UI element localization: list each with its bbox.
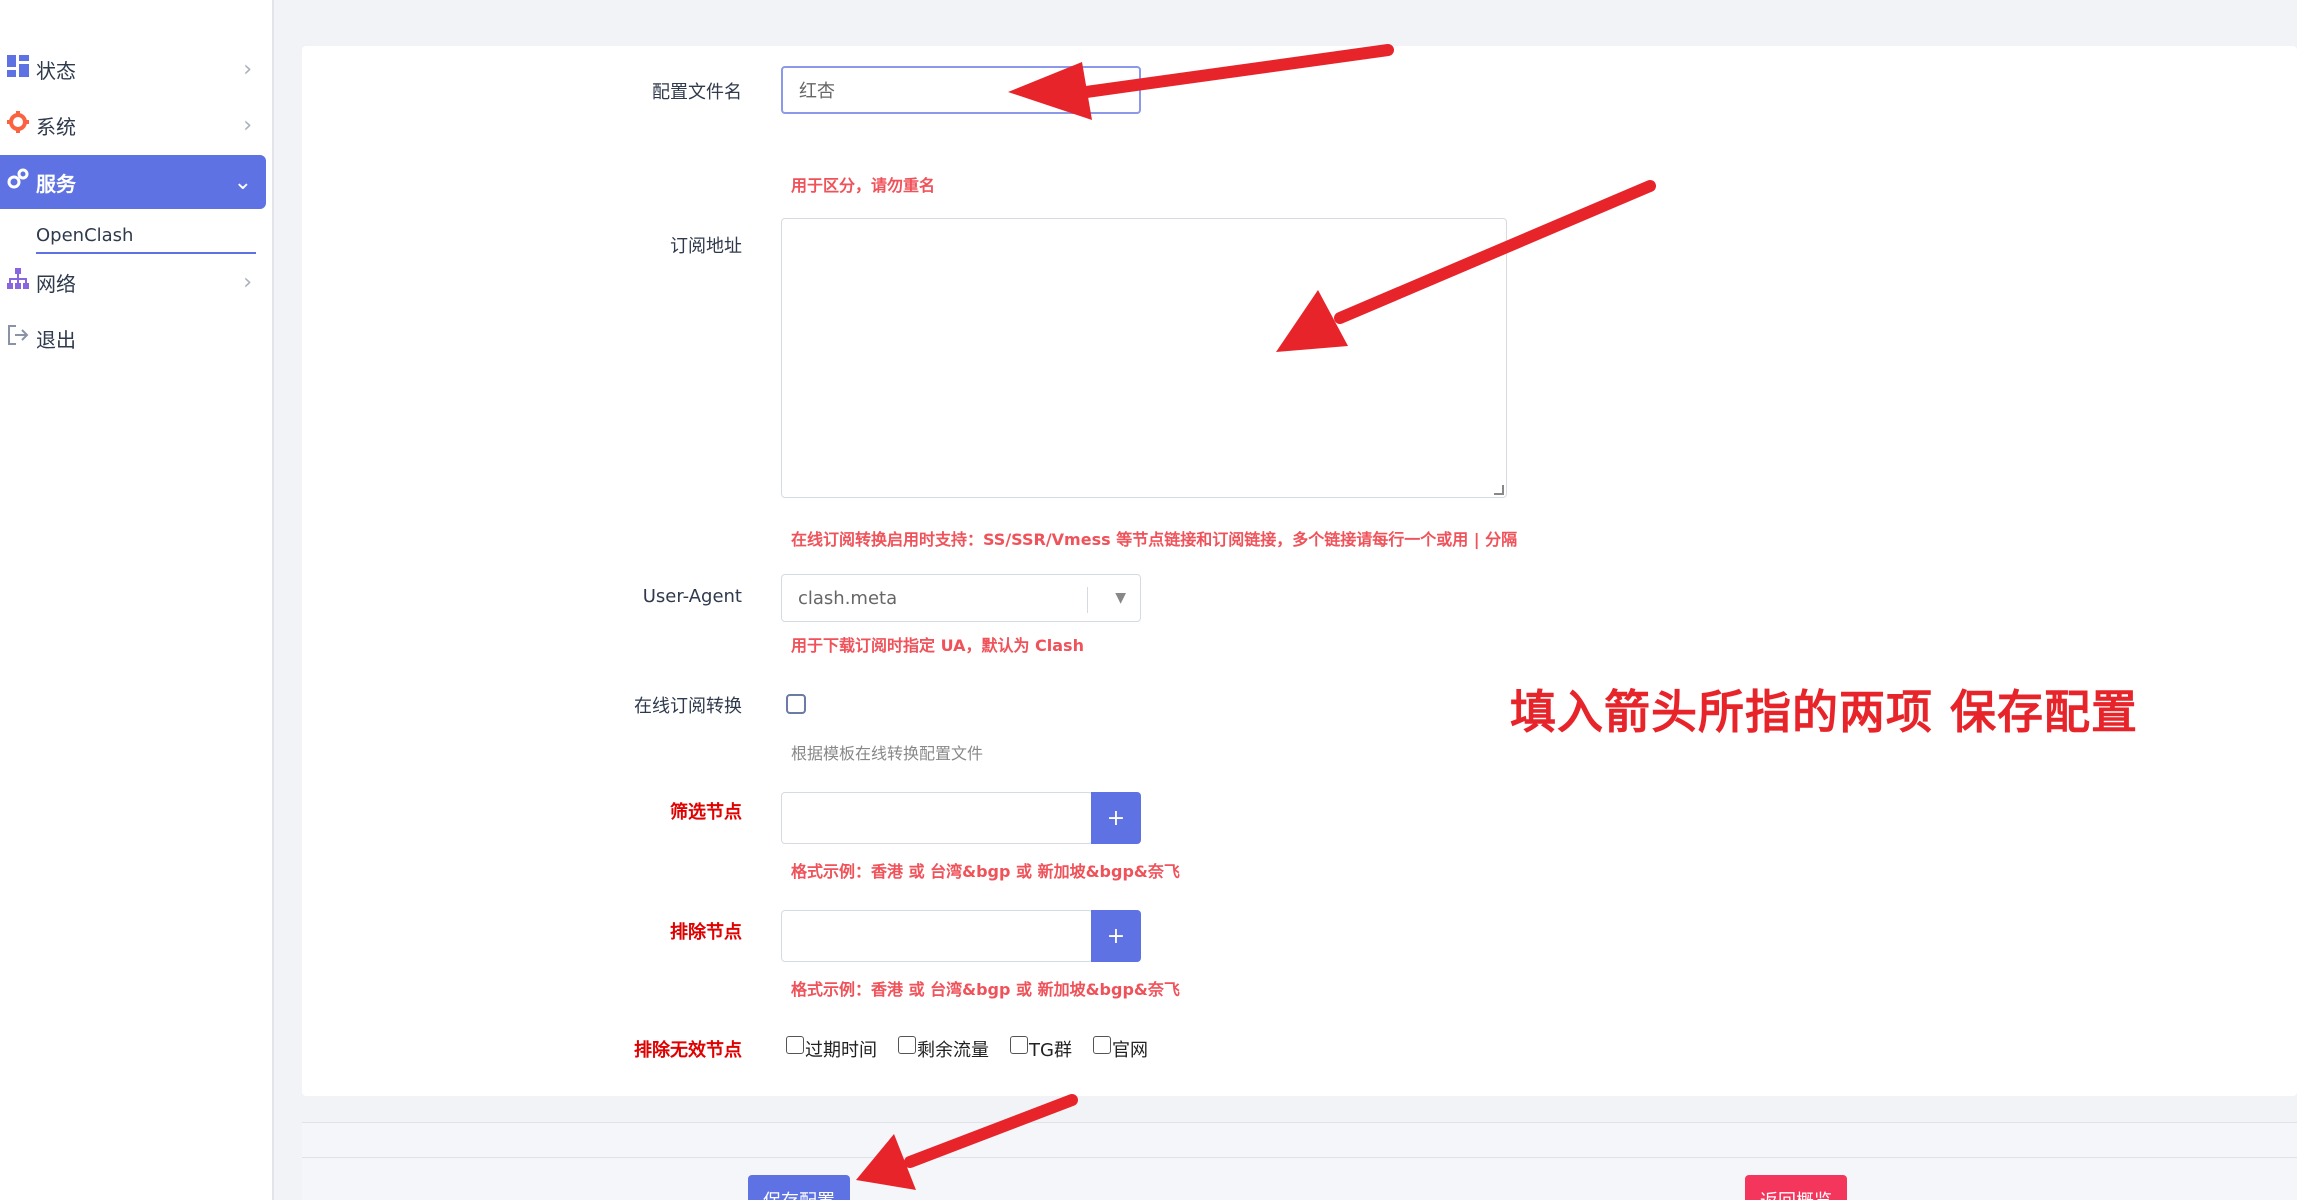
- config-name-label: 配置文件名: [652, 82, 742, 103]
- sitemap-icon: [0, 268, 36, 296]
- sidebar-item-network[interactable]: 网络 ›: [0, 255, 266, 309]
- logout-icon: [0, 324, 36, 352]
- chevron-right-icon: ›: [243, 56, 252, 82]
- caret-down-icon: ▼: [1115, 590, 1126, 606]
- sidebar-item-services[interactable]: 服务 ⌄: [0, 155, 266, 209]
- exclude-website-label: 官网: [1112, 1040, 1148, 1061]
- filter-nodes-hint: 格式示例：香港 或 台湾&bgp 或 新加坡&bgp&奈飞: [791, 862, 1180, 881]
- exclude-nodes-add-button[interactable]: +: [1091, 910, 1141, 962]
- dashboard-icon: [0, 55, 36, 83]
- filter-nodes-label: 筛选节点: [670, 802, 742, 823]
- online-convert-checkbox[interactable]: [786, 694, 806, 714]
- subscribe-url-hint: 在线订阅转换启用时支持：SS/SSR/Vmess 等节点链接和订阅链接，多个链接…: [791, 530, 1518, 549]
- user-agent-hint: 用于下载订阅时指定 UA，默认为 Clash: [791, 636, 1084, 655]
- annotation-text: 填入箭头所指的两项 保存配置: [1510, 685, 2139, 739]
- config-name-hint: 用于区分，请勿重名: [791, 176, 936, 195]
- select-divider: [1087, 587, 1088, 613]
- sidebar-item-label: 网络: [36, 271, 76, 296]
- sidebar-item-system[interactable]: 系统 ›: [0, 98, 266, 152]
- footer-divider: [302, 1157, 2297, 1158]
- sidebar-item-logout[interactable]: 退出: [0, 311, 266, 365]
- exclude-website-checkbox[interactable]: [1093, 1036, 1111, 1054]
- exclude-tg-checkbox[interactable]: [1010, 1036, 1028, 1054]
- exclude-nodes-input[interactable]: [781, 910, 1093, 962]
- exclude-invalid-label: 排除无效节点: [634, 1040, 742, 1061]
- gear-icon: [0, 111, 36, 139]
- filter-nodes-input[interactable]: [781, 792, 1093, 844]
- chevron-right-icon: ›: [243, 112, 252, 138]
- online-convert-label: 在线订阅转换: [634, 696, 742, 717]
- user-agent-select[interactable]: clash.meta ▼: [781, 574, 1141, 622]
- sidebar-item-label: 退出: [36, 327, 76, 352]
- sidebar-item-status[interactable]: 状态 ›: [0, 42, 266, 96]
- gears-icon: [0, 168, 36, 196]
- sidebar-item-label: 服务: [36, 171, 76, 196]
- exclude-tg-label: TG群: [1029, 1040, 1072, 1061]
- exclude-nodes-label: 排除节点: [670, 922, 742, 943]
- exclude-nodes-hint: 格式示例：香港 或 台湾&bgp 或 新加坡&bgp&奈飞: [791, 980, 1180, 999]
- chevron-down-icon: ⌄: [233, 169, 252, 195]
- exclude-traffic-checkbox[interactable]: [898, 1036, 916, 1054]
- user-agent-label: User-Agent: [642, 586, 742, 607]
- user-agent-value: clash.meta: [798, 587, 898, 609]
- exclude-expire-label: 过期时间: [805, 1040, 877, 1061]
- config-name-input[interactable]: 红杏: [781, 66, 1141, 114]
- exclude-traffic-label: 剩余流量: [917, 1040, 989, 1061]
- exclude-expire-checkbox[interactable]: [786, 1036, 804, 1054]
- footer-bar: 保存配置 返回概览: [302, 1122, 2297, 1200]
- sidebar-item-label: 系统: [36, 114, 76, 139]
- online-convert-hint: 根据模板在线转换配置文件: [791, 744, 984, 763]
- resize-handle[interactable]: [1494, 485, 1504, 495]
- subscribe-url-label: 订阅地址: [670, 236, 742, 257]
- sidebar-item-label: 状态: [36, 58, 76, 83]
- subscribe-url-textarea[interactable]: [781, 218, 1507, 498]
- save-config-button[interactable]: 保存配置: [748, 1175, 850, 1200]
- filter-nodes-add-button[interactable]: +: [1091, 792, 1141, 844]
- config-form-card: 配置文件名 红杏 用于区分，请勿重名 订阅地址 在线订阅转换启用时支持：SS/S…: [302, 46, 2297, 1096]
- sidebar-subitem-openclash[interactable]: OpenClash: [36, 218, 256, 254]
- back-overview-button[interactable]: 返回概览: [1745, 1175, 1847, 1200]
- sidebar: 状态 › 系统 › 服务 ⌄ OpenClash 网络 › 退出: [0, 0, 274, 1200]
- chevron-right-icon: ›: [243, 269, 252, 295]
